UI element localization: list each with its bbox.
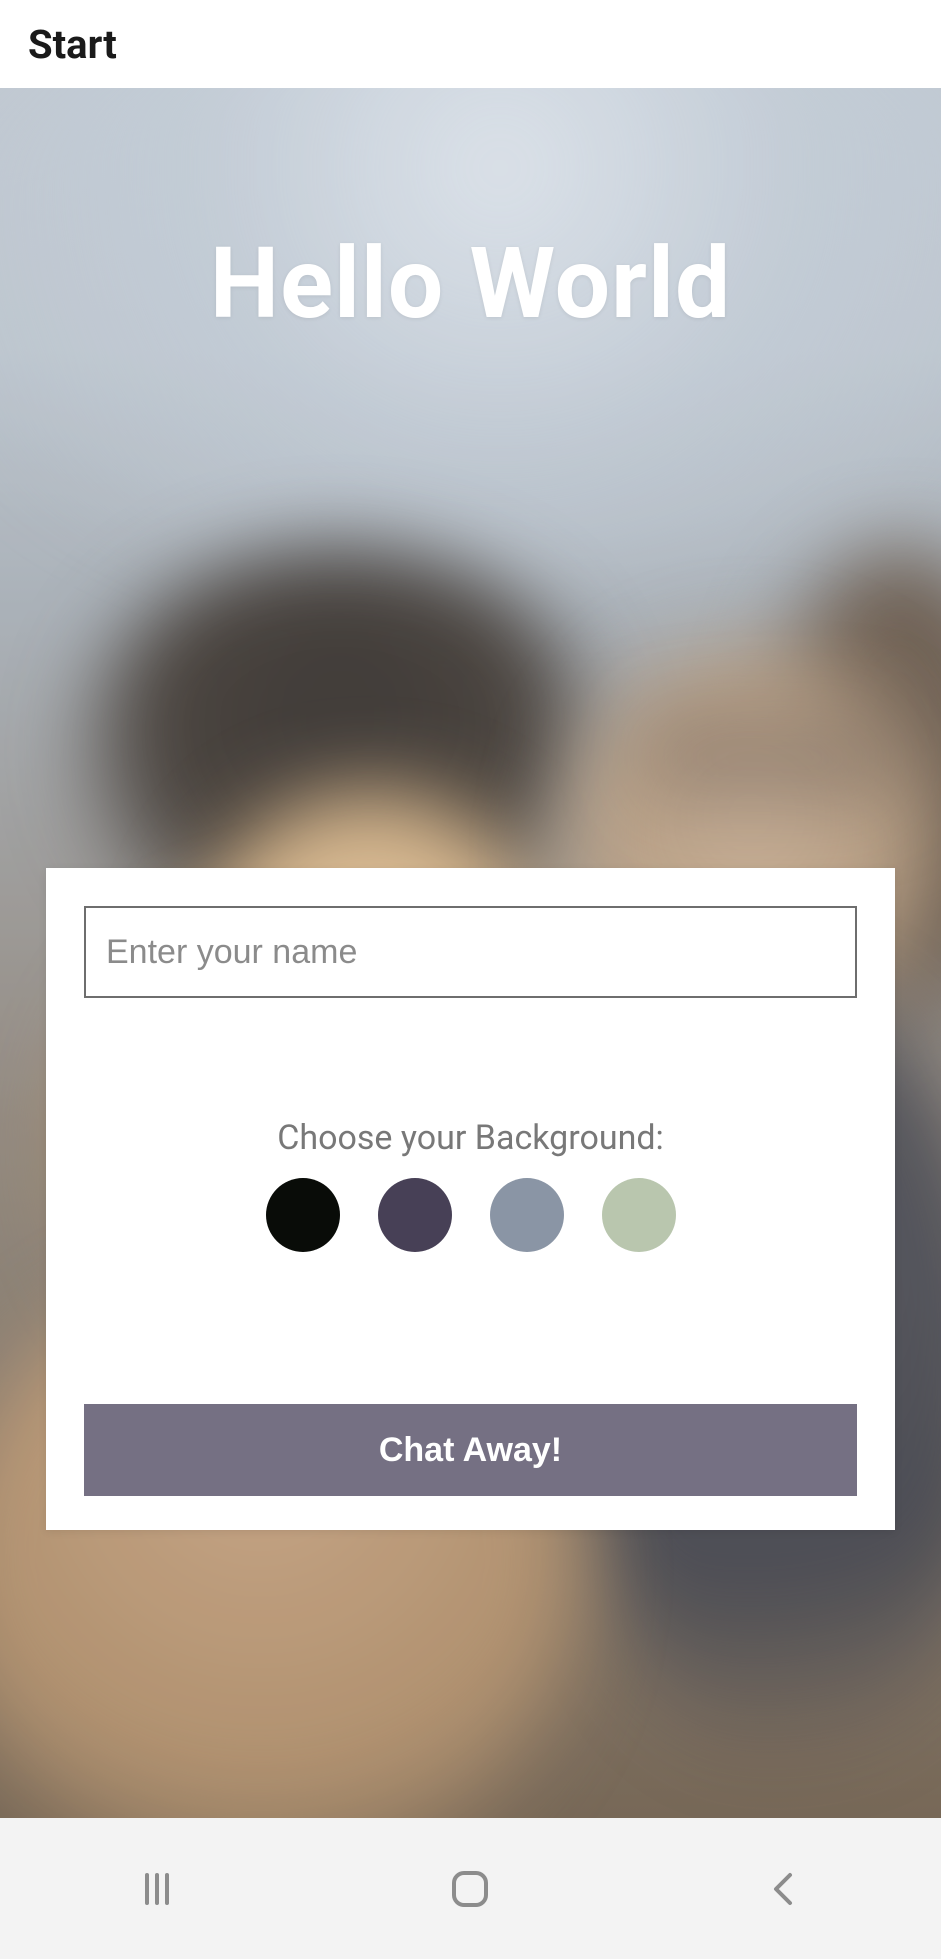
color-option-purple[interactable] [378,1178,452,1252]
hero-title: Hello World [0,226,941,341]
color-option-black[interactable] [266,1178,340,1252]
chat-away-button[interactable]: Chat Away! [84,1404,857,1496]
background-image: Hello World Choose your Background: Chat… [0,88,941,1818]
background-label: Choose your Background: [84,1118,857,1158]
start-card: Choose your Background: Chat Away! [46,868,895,1530]
color-option-bluegrey[interactable] [490,1178,564,1252]
recents-icon[interactable] [131,1863,183,1915]
color-option-sage[interactable] [602,1178,676,1252]
name-input[interactable] [84,906,857,998]
back-icon[interactable] [758,1863,810,1915]
android-nav-bar [0,1818,941,1959]
app-header: Start [0,0,941,88]
background-swatches [84,1178,857,1252]
home-icon[interactable] [444,1863,496,1915]
page-title: Start [28,21,117,68]
